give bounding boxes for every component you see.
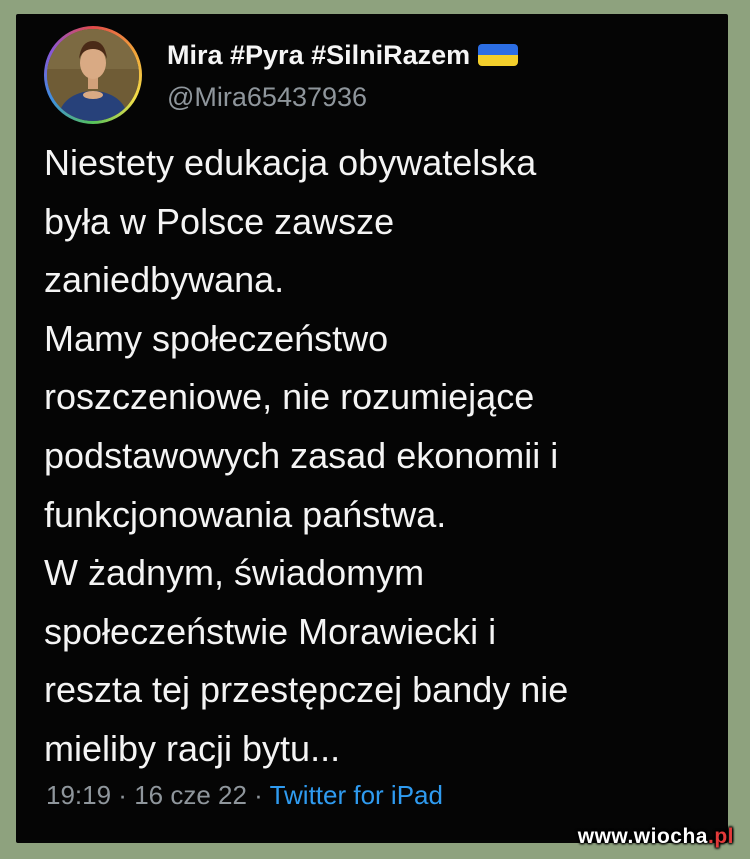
author-name-row[interactable]: Mira #Pyra #SilniRazem [167, 38, 519, 72]
tweet-metadata: 19:19 · 16 cze 22 · Twitter for iPad [46, 780, 443, 811]
author-handle[interactable]: @Mira65437936 [167, 82, 367, 113]
tweet-line: funkcjonowania państwa. [44, 493, 447, 535]
tweet-line: roszczeniowe, nie rozumiejące [44, 376, 535, 418]
tweet-line: podstawowych zasad ekonomii i [44, 434, 559, 476]
avatar[interactable] [44, 26, 142, 124]
tweet-text: Niestety edukacja obywatelska była w Pol… [44, 134, 719, 779]
site-watermark: www.wiocha.pl [578, 825, 734, 849]
portrait-image [47, 29, 139, 121]
tweet-line: Niestety edukacja obywatelska [44, 142, 537, 183]
watermark-domain: www.wiocha [577, 825, 708, 848]
tweet-source-link[interactable]: Twitter for iPad [270, 780, 443, 810]
tweet-date[interactable]: 16 cze 22 [134, 780, 247, 810]
tweet-line: społeczeństwie Morawiecki i [44, 610, 497, 652]
author-display-name[interactable]: Mira #Pyra #SilniRazem [167, 40, 470, 71]
tweet-card[interactable]: Mira #Pyra #SilniRazem @Mira65437936 Nie… [16, 14, 728, 843]
tweet-line: W żadnym, świadomym [44, 552, 425, 594]
tweet-line: mieliby racji bytu... [44, 727, 341, 769]
meta-separator: · [246, 780, 270, 810]
watermark-tld: .pl [708, 825, 734, 848]
meta-separator: · [111, 780, 135, 810]
profile-portrait-avatar [47, 29, 139, 121]
tweet-line: Mamy społeczeństwo [44, 317, 389, 359]
tweet-line: była w Polsce zawsze [44, 200, 395, 242]
tweet-line: zaniedbywana. [44, 259, 285, 301]
tweet-line: reszta tej przestępczej bandy nie [44, 669, 569, 711]
ukraine-flag-icon [478, 44, 519, 66]
tweet-time[interactable]: 19:19 [46, 780, 111, 810]
